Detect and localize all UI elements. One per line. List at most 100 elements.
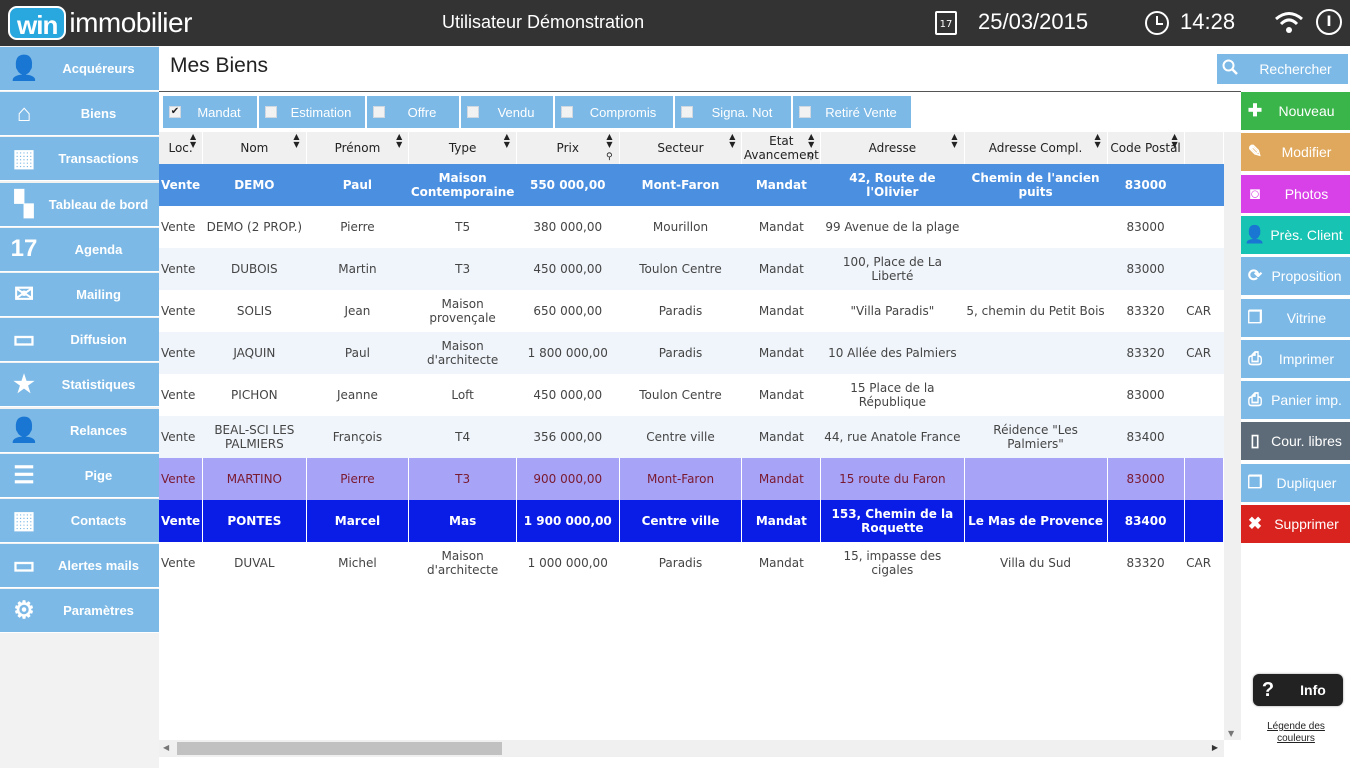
table-cell: Vente	[159, 500, 204, 542]
table-cell: DEMO (2 PROP.)	[206, 220, 303, 234]
sidebar-item-10[interactable]: ▦ Contacts	[0, 499, 159, 543]
filter-search-icon[interactable]: ⚲	[606, 152, 613, 162]
print-basket-button[interactable]: ⎙ Panier imp.	[1241, 381, 1350, 420]
search-button[interactable]: Rechercher	[1217, 54, 1348, 84]
table-cell: Maison provençale	[429, 297, 496, 325]
sort-icon[interactable]: ▲ ▼	[190, 133, 196, 149]
table-cell: CAR	[1186, 304, 1212, 318]
table-cell	[1184, 164, 1224, 206]
client-button[interactable]: 👤 Près. Client	[1241, 215, 1350, 254]
table-row[interactable]: Vente PICHON Jeanne Loft 450 000,00 Toulon Ce…	[159, 374, 1224, 416]
plus-button[interactable]: ✚ Nouveau	[1241, 92, 1350, 130]
table-row[interactable]: Vente DUBOIS Martin T3 450 000,00 Toulon Cent…	[159, 248, 1224, 290]
sidebar-item-5[interactable]: ✉ Mailing	[0, 273, 159, 317]
print-icon: ⎙	[1248, 348, 1262, 368]
filter-5[interactable]: Signa. Not	[675, 96, 791, 128]
sort-icon[interactable]: ▲ ▼	[1094, 133, 1100, 149]
column-header-8[interactable]: Adresse Compl. ▲ ▼	[964, 132, 1108, 164]
page-title: Mes Biens	[170, 54, 269, 77]
properties-grid: Loc. ▲ ▼ Nom ▲ ▼ Prénom ▲ ▼ Type ▲ ▼ Prix ▲ ▼ ⚲ Sec…	[159, 132, 1224, 740]
sidebar-item-6[interactable]: ▭ Diffusion	[0, 318, 159, 363]
duplicate-button[interactable]: ❐ Dupliquer	[1241, 463, 1350, 502]
filter-checkbox[interactable]	[373, 106, 385, 118]
delete-button[interactable]: ✖ Supprimer	[1241, 505, 1350, 543]
table-cell: Mandat	[758, 220, 804, 234]
filter-checkbox[interactable]	[467, 106, 479, 118]
print-button[interactable]: ⎙ Imprimer	[1241, 339, 1350, 378]
scroll-down-icon[interactable]: ▼	[1228, 729, 1234, 738]
filter-checkbox[interactable]: ✔	[169, 106, 181, 118]
sort-icon[interactable]: ▲ ▼	[808, 133, 814, 149]
sidebar-item-11[interactable]: ▭ Alertes mails	[0, 544, 159, 589]
sidebar-item-1[interactable]: ⌂ Biens	[0, 92, 159, 137]
document-button[interactable]: ▯ Cour. libres	[1241, 422, 1350, 461]
sort-icon[interactable]: ▲ ▼	[396, 133, 402, 149]
color-legend-link[interactable]: Légende des couleurs	[1256, 721, 1336, 745]
sort-icon[interactable]: ▲ ▼	[293, 133, 299, 149]
table-row[interactable]: Vente PONTES Marcel Mas 1 900 000,00 Centre v…	[159, 500, 1224, 542]
column-header-1[interactable]: Nom ▲ ▼	[202, 132, 307, 164]
horizontal-scrollbar[interactable]: ◀ ▶	[159, 740, 1224, 757]
column-header-6[interactable]: Etat Avancement ▲ ▼ ⚲	[741, 132, 822, 164]
column-header-label: Secteur	[657, 141, 704, 155]
sort-icon[interactable]: ▲ ▼	[1171, 133, 1177, 149]
filter-2[interactable]: Offre	[367, 96, 459, 128]
table-row[interactable]: Vente DEMO (2 PROP.) Pierre T5 380 000,00 Mou…	[159, 206, 1224, 248]
sidebar-item-4[interactable]: 17 Agenda	[0, 227, 159, 272]
filter-checkbox[interactable]	[799, 106, 811, 118]
filter-0[interactable]: ✔ Mandat	[163, 96, 257, 128]
table-cell: 5, chemin du Petit Bois	[966, 304, 1105, 318]
column-header-9[interactable]: Code Postal ▲ ▼	[1107, 132, 1185, 164]
filter-search-icon[interactable]: ⚲	[808, 152, 815, 162]
scroll-right-icon[interactable]: ▶	[1212, 743, 1218, 752]
sort-icon[interactable]: ▲ ▼	[951, 133, 957, 149]
vertical-scrollbar[interactable]: ▼	[1224, 132, 1241, 740]
column-header-0[interactable]: Loc. ▲ ▼	[159, 132, 204, 164]
table-cell: Villa du Sud	[1000, 556, 1072, 570]
filter-checkbox[interactable]	[561, 106, 573, 118]
column-header-3[interactable]: Type ▲ ▼	[408, 132, 517, 164]
filter-3[interactable]: Vendu	[461, 96, 553, 128]
sidebar-item-2[interactable]: ▦ Transactions	[0, 137, 159, 182]
camera-button[interactable]: ◙ Photos	[1241, 174, 1350, 213]
filter-1[interactable]: Estimation	[259, 96, 365, 128]
sidebar-item-3[interactable]: ▚ Tableau de bord	[0, 182, 159, 227]
table-cell: Michel	[338, 556, 377, 570]
table-row[interactable]: Vente SOLIS Jean Maison provençale 650 000,0…	[159, 290, 1224, 332]
scroll-left-icon[interactable]: ◀	[163, 743, 169, 752]
info-button[interactable]: ? Info	[1253, 674, 1343, 706]
filter-checkbox[interactable]	[681, 106, 693, 118]
sidebar-item-9[interactable]: ☰ Pige	[0, 453, 159, 498]
table-cell: JAQUIN	[202, 332, 307, 374]
sidebar-item-8[interactable]: 👤 Relances	[0, 408, 159, 453]
table-row[interactable]: Vente DUVAL Michel Maison d'architecte 1 000…	[159, 542, 1224, 584]
column-header-7[interactable]: Adresse ▲ ▼	[820, 132, 965, 164]
table-row[interactable]: Vente BEAL-SCI LES PALMIERS François T4 356 …	[159, 416, 1224, 458]
table-row[interactable]: Vente MARTINO Pierre T3 900 000,00 Mont-Faron…	[159, 458, 1224, 500]
table-cell: Vente	[161, 304, 196, 318]
table-cell: Paradis	[658, 304, 703, 318]
power-icon[interactable]: I	[1316, 9, 1342, 35]
table-cell: Le Mas de Provence	[964, 500, 1108, 542]
copy-button[interactable]: ❐ Vitrine	[1241, 298, 1350, 337]
sort-icon[interactable]: ▲ ▼	[606, 133, 612, 149]
column-header-4[interactable]: Prix ▲ ▼ ⚲	[516, 132, 620, 164]
column-header-5[interactable]: Secteur ▲ ▼	[619, 132, 743, 164]
horizontal-scroll-thumb[interactable]	[177, 742, 502, 755]
filter-6[interactable]: Retiré Vente	[793, 96, 911, 128]
filter-checkbox[interactable]	[265, 106, 277, 118]
column-header-10[interactable]	[1184, 132, 1224, 164]
column-header-2[interactable]: Prénom ▲ ▼	[306, 132, 410, 164]
filter-4[interactable]: Compromis	[555, 96, 673, 128]
table-row[interactable]: Vente DEMO Paul Maison Contemporaine 550 000…	[159, 164, 1224, 206]
sidebar-item-12[interactable]: ⚙ Paramètres	[0, 589, 159, 634]
table-row[interactable]: Vente JAQUIN Paul Maison d'architecte 1 800 …	[159, 332, 1224, 374]
refresh-button[interactable]: ⟳ Proposition	[1241, 257, 1350, 296]
sidebar-item-7[interactable]: ★ Statistiques	[0, 363, 159, 408]
sidebar-item-0[interactable]: 👤 Acquéreurs	[0, 47, 159, 91]
sort-icon[interactable]: ▲ ▼	[504, 133, 510, 149]
table-cell: Vente	[159, 458, 204, 500]
pencil-button[interactable]: ✎ Modifier	[1241, 133, 1350, 172]
sort-icon[interactable]: ▲ ▼	[729, 133, 735, 149]
print-basket-icon: ⎙	[1248, 390, 1262, 410]
